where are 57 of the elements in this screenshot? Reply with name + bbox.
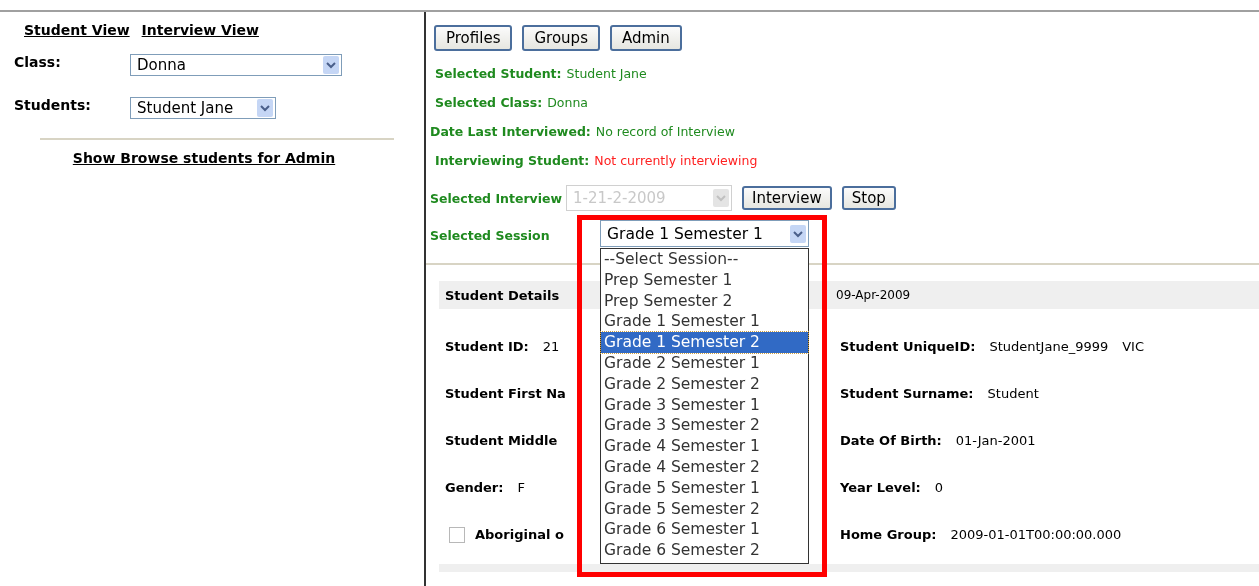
field-label: Date Of Birth: (840, 433, 942, 448)
dropdown-option[interactable]: Grade 4 Semester 1 (601, 436, 808, 457)
field-value: 01-Jan-2001 (955, 433, 1036, 448)
field-value: 0 (934, 480, 944, 495)
status-label: Selected Student: (435, 66, 562, 81)
status-label: Selected Class: (435, 95, 543, 110)
dropdown-option[interactable]: --Select Session-- (601, 249, 808, 270)
nav-button[interactable]: Groups (522, 25, 600, 51)
checkbox[interactable] (449, 526, 465, 543)
field-value: 21 (542, 339, 560, 354)
field-label: Student Middle (445, 433, 558, 448)
dropdown-option[interactable]: Grade 2 Semester 2 (601, 373, 808, 395)
field-label: Class: (14, 54, 62, 70)
field-label: Student ID: (445, 339, 529, 354)
field-label: Aboriginal o (475, 527, 564, 542)
dropdown-option[interactable]: Grade 6 Semester 1 (601, 519, 808, 541)
dropdown-option[interactable]: Grade 3 Semester 1 (601, 394, 808, 416)
field-label: Gender: (445, 480, 504, 495)
dropdown-option[interactable]: Grade 4 Semester 2 (601, 456, 808, 478)
nav-button[interactable]: Profiles (434, 25, 513, 51)
field-label: Students: (14, 97, 92, 113)
dropdown-option[interactable]: Grade 6 Semester 2 (601, 540, 808, 561)
status-label: Date Last Interviewed: (430, 124, 591, 139)
dropdown-option[interactable]: Grade 3 Semester 2 (601, 415, 808, 437)
session-label: Selected Session (430, 227, 550, 243)
status-label: Interviewing Student: (435, 153, 590, 168)
students-select[interactable]: Student Jane (130, 97, 276, 119)
field-value: StudentJane_9999 (989, 339, 1109, 354)
dropdown-option[interactable]: Prep Semester 2 (601, 290, 808, 312)
nav-link[interactable]: Student View (24, 22, 130, 38)
section-title: Student Details (445, 287, 560, 303)
field-label: Year Level: (840, 480, 921, 495)
status-value: Student Jane (566, 66, 647, 81)
field-label: Home Group: (840, 527, 937, 542)
field-value: F (517, 480, 525, 495)
dropdown-option[interactable]: Prep Semester 1 (601, 269, 808, 291)
session-select[interactable]: Grade 1 Semester 1 (600, 220, 809, 247)
dropdown-option[interactable]: Grade 1 Semester 2 (601, 332, 808, 353)
field-value: VIC (1122, 339, 1145, 354)
field-value: Student (987, 386, 1039, 401)
interview-label: Selected Interview (430, 190, 563, 206)
field-label: Student Surname: (840, 386, 974, 401)
status-value: No record of Interview (595, 124, 735, 139)
date-text: 09-Apr-2009 (836, 288, 912, 302)
status-value: Donna (547, 95, 588, 110)
field-label: Student First Na (445, 386, 566, 401)
nav-link[interactable]: Interview View (141, 22, 259, 38)
dropdown-option[interactable]: Grade 2 Semester 1 (601, 353, 808, 374)
field-label: Student UniqueID: (840, 339, 976, 354)
dropdown-option[interactable]: Grade 5 Semester 2 (601, 498, 808, 520)
dropdown-option[interactable]: Grade 5 Semester 1 (601, 477, 808, 499)
class-select[interactable]: Donna (130, 54, 342, 76)
admin-link[interactable]: Show Browse students for Admin (72, 150, 336, 166)
status-value: Not currently interviewing (594, 153, 758, 168)
dropdown-option[interactable]: Grade 1 Semester 1 (601, 311, 808, 333)
nav-button[interactable]: Admin (609, 25, 682, 51)
field-value: 2009-01-01T00:00:00.000 (950, 527, 1122, 542)
